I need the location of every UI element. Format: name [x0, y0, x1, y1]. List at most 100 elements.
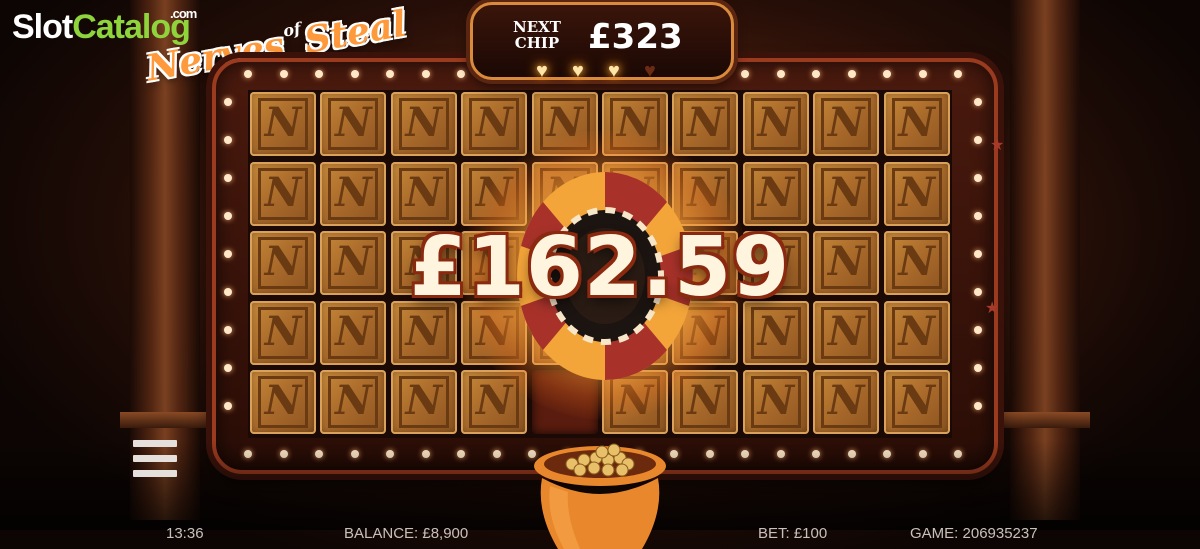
- next-chip-label-line2: CHIP: [514, 34, 560, 52]
- marquee-bulb: [224, 402, 232, 410]
- marquee-bulb: [974, 136, 982, 144]
- tile-letter: N: [328, 98, 379, 150]
- marquee-bulb: [974, 98, 982, 106]
- tile-letter: N: [821, 376, 872, 429]
- marquee-bulb: [244, 70, 252, 78]
- marquee-bulb: [974, 402, 982, 410]
- game-title-word3: Steal: [301, 2, 410, 62]
- grid-tile[interactable]: N: [813, 161, 880, 226]
- grid-tile[interactable]: N: [883, 92, 950, 156]
- star-decoration: ★: [985, 300, 1000, 317]
- game-title-word2: of: [281, 18, 303, 41]
- marquee-bulb: [918, 70, 927, 78]
- tile-letter: N: [258, 98, 308, 150]
- right-pillar-base: [1000, 412, 1090, 428]
- next-chip-value: £323: [588, 17, 683, 57]
- grid-tile[interactable]: N: [320, 161, 387, 226]
- marquee-bulb: [279, 70, 288, 78]
- left-pillar-base: [120, 412, 210, 428]
- grid-tile[interactable]: N: [250, 161, 316, 226]
- marquee-bulb: [457, 70, 465, 78]
- marquee-bulb: [224, 250, 232, 258]
- marquee-bulb: [974, 364, 982, 372]
- tile-letter: N: [398, 167, 449, 220]
- tile-letter: N: [821, 167, 872, 220]
- marquee-bulb: [224, 212, 232, 220]
- tile-letter: N: [750, 98, 801, 150]
- tile-letter: N: [891, 306, 942, 359]
- marquee-bulb: [776, 70, 785, 78]
- lives-hearts: ♥ ♥ ♥ ♥: [536, 60, 666, 84]
- marquee-bulb: [315, 70, 323, 78]
- bet-display: BET: £100: [758, 525, 828, 542]
- tile-letter: N: [750, 376, 801, 429]
- grid-tile[interactable]: N: [813, 92, 880, 156]
- heart-filled-icon: ♥: [536, 60, 548, 82]
- tile-letter: N: [891, 98, 942, 150]
- grid-tile[interactable]: N: [883, 300, 950, 365]
- marquee-bulb: [350, 70, 359, 78]
- marquee-bulb: [224, 364, 232, 372]
- grid-tile[interactable]: N: [742, 92, 809, 156]
- grid-tile[interactable]: N: [883, 161, 950, 226]
- tile-letter: N: [258, 376, 308, 429]
- marquee-bulb: [421, 70, 430, 78]
- grid-tile[interactable]: N: [742, 370, 809, 435]
- marquee-bulb: [741, 70, 749, 78]
- tile-letter: N: [680, 98, 731, 150]
- tile-letter: N: [891, 376, 942, 429]
- tile-letter: N: [258, 306, 308, 359]
- tile-letter: N: [258, 167, 308, 220]
- star-decoration: ★: [990, 137, 1005, 154]
- marquee-bulb: [847, 70, 856, 78]
- balance-display: BALANCE: £8,900: [344, 525, 469, 542]
- tile-letter: N: [891, 237, 942, 290]
- grid-tile[interactable]: N: [250, 300, 316, 365]
- tile-letter: N: [469, 98, 520, 150]
- clock-time: 13:36: [166, 525, 204, 542]
- win-amount: £162.59: [409, 220, 791, 315]
- tile-letter: N: [750, 167, 801, 220]
- marquee-bulb: [974, 212, 982, 220]
- tile-letter: N: [328, 376, 379, 429]
- tile-letter: N: [821, 98, 872, 150]
- marquee-bulb: [224, 136, 232, 144]
- marquee-bulb: [883, 70, 891, 78]
- grid-tile[interactable]: N: [390, 161, 457, 226]
- grid-tile[interactable]: N: [390, 92, 457, 156]
- heart-filled-icon: ♥: [608, 60, 620, 82]
- grid-tile[interactable]: N: [883, 370, 950, 435]
- grid-tile[interactable]: N: [672, 92, 739, 156]
- tile-letter: N: [398, 98, 449, 150]
- hamburger-menu-icon[interactable]: [133, 440, 177, 480]
- marquee-bulb: [974, 250, 982, 258]
- tile-letter: N: [891, 167, 942, 220]
- marquee-bulb: [386, 70, 394, 78]
- heart-filled-icon: ♥: [572, 60, 584, 82]
- grid-tile[interactable]: N: [742, 161, 809, 226]
- grid-tile[interactable]: N: [461, 92, 528, 156]
- grid-tile[interactable]: N: [250, 92, 316, 156]
- marquee-bulb: [224, 174, 232, 182]
- tile-letter: N: [258, 237, 308, 290]
- marquee-bulb: [974, 174, 982, 182]
- grid-tile[interactable]: N: [320, 92, 387, 156]
- grid-tile[interactable]: N: [250, 370, 316, 435]
- marquee-bulb: [224, 288, 232, 296]
- watermark-logo: SlotCatalog .com: [12, 6, 197, 47]
- marquee-bulb: [812, 70, 820, 78]
- grid-tile[interactable]: N: [390, 370, 457, 435]
- watermark-suffix: .com: [170, 6, 197, 21]
- next-chip-label: NEXT CHIP: [513, 19, 561, 51]
- status-bar: 13:36 BALANCE: £8,900 BET: £100 GAME: 20…: [0, 518, 1200, 549]
- marquee-bulb: [224, 326, 232, 334]
- grid-tile[interactable]: N: [250, 231, 316, 296]
- watermark-slot: Slot: [12, 8, 73, 46]
- grid-tile[interactable]: N: [813, 370, 880, 435]
- game-id-display: GAME: 206935237: [910, 525, 1038, 542]
- tile-letter: N: [398, 376, 449, 429]
- grid-tile[interactable]: N: [883, 231, 950, 296]
- heart-empty-icon: ♥: [644, 60, 656, 82]
- tile-letter: N: [328, 167, 379, 220]
- grid-tile[interactable]: N: [320, 370, 387, 435]
